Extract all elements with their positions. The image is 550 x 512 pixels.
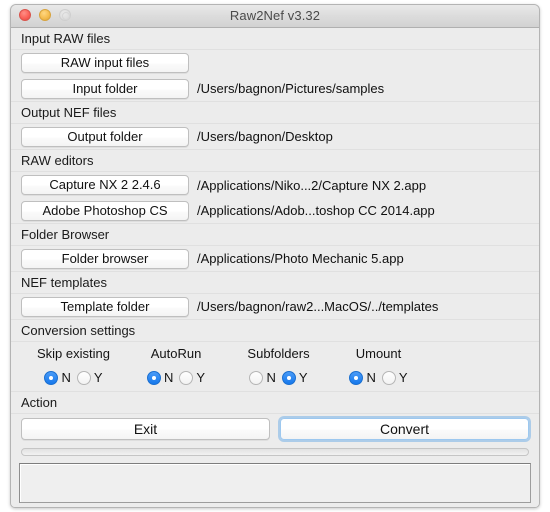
log-textarea[interactable]: [19, 463, 531, 503]
section-header-input-raw: Input RAW files: [11, 28, 539, 50]
action-buttons-row: Exit Convert: [11, 414, 539, 444]
folder-browser-button[interactable]: Folder browser: [21, 248, 189, 269]
radio-subfolders-no[interactable]: N: [249, 370, 276, 385]
radio-group-skip-existing: N Y: [21, 370, 126, 385]
conversion-option-labels: Skip existing AutoRun Subfolders Umount: [11, 342, 539, 364]
capture-nx-button[interactable]: Capture NX 2 2.4.6: [21, 175, 189, 195]
radio-umount-no-indicator[interactable]: [349, 370, 364, 385]
folder-browser-path: /Applications/Photo Mechanic 5.app: [197, 251, 404, 266]
row-output-folder: Output folder /Users/bagnon/Desktop: [11, 124, 539, 150]
radio-skip-existing-no[interactable]: N: [44, 370, 71, 385]
radio-autorun-no-indicator[interactable]: [146, 370, 161, 385]
option-label-umount: Umount: [355, 345, 402, 361]
radio-umount-yes-indicator[interactable]: [381, 370, 396, 385]
row-template-folder: Template folder /Users/bagnon/raw2...Mac…: [11, 294, 539, 320]
progress-bar-container: [11, 444, 539, 460]
radio-umount-yes-label: Y: [398, 370, 408, 385]
template-folder-button[interactable]: Template folder: [21, 296, 189, 317]
row-editor-photoshop: Adobe Photoshop CS /Applications/Adob...…: [11, 198, 539, 224]
radio-skip-existing-yes-label: Y: [93, 370, 103, 385]
radio-subfolders-yes[interactable]: Y: [281, 370, 308, 385]
radio-skip-existing-yes-indicator[interactable]: [76, 370, 91, 385]
section-header-raw-editors: RAW editors: [11, 150, 539, 172]
radio-autorun-yes[interactable]: Y: [179, 370, 205, 385]
radio-group-umount: N Y: [331, 370, 426, 385]
radio-subfolders-yes-label: Y: [298, 370, 308, 385]
photoshop-path: /Applications/Adob...toshop CC 2014.app: [197, 203, 435, 218]
option-label-autorun: AutoRun: [150, 345, 202, 361]
option-label-skip-existing: Skip existing: [37, 345, 110, 361]
radio-umount-no-label: N: [366, 370, 376, 385]
radio-subfolders-no-indicator[interactable]: [249, 370, 264, 385]
row-raw-input-files: RAW input files: [11, 50, 539, 76]
conversion-option-radios: N Y N Y N Y N Y: [11, 364, 539, 392]
radio-umount-yes[interactable]: Y: [381, 370, 408, 385]
log-area-container: [19, 463, 531, 503]
row-input-folder: Input folder /Users/bagnon/Pictures/samp…: [11, 76, 539, 102]
capture-nx-path: /Applications/Niko...2/Capture NX 2.app: [197, 177, 427, 193]
section-header-nef-templates: NEF templates: [11, 272, 539, 294]
radio-skip-existing-no-label: N: [61, 370, 71, 385]
title-bar[interactable]: Raw2Nef v3.32: [11, 5, 539, 28]
radio-autorun-no[interactable]: N: [146, 370, 174, 385]
row-folder-browser: Folder browser /Applications/Photo Mecha…: [11, 246, 539, 272]
section-header-action: Action: [11, 392, 539, 414]
window-content: Input RAW files RAW input files Input fo…: [11, 28, 539, 507]
radio-autorun-yes-label: Y: [196, 370, 206, 385]
app-window: Raw2Nef v3.32 Input RAW files RAW input …: [10, 4, 540, 508]
input-folder-button[interactable]: Input folder: [21, 78, 189, 99]
radio-group-subfolders: N Y: [226, 370, 331, 385]
output-folder-path: /Users/bagnon/Desktop: [197, 129, 333, 144]
convert-button[interactable]: Convert: [280, 418, 529, 440]
radio-group-autorun: N Y: [126, 370, 226, 385]
radio-skip-existing-no-indicator[interactable]: [44, 370, 59, 385]
conversion-progress-bar: [21, 448, 529, 456]
template-folder-path: /Users/bagnon/raw2...MacOS/../templates: [197, 299, 439, 314]
section-header-folder-browser: Folder Browser: [11, 224, 539, 246]
window-title: Raw2Nef v3.32: [229, 8, 321, 23]
option-label-subfolders: Subfolders: [247, 345, 310, 361]
section-header-output-nef: Output NEF files: [11, 102, 539, 124]
input-folder-path: /Users/bagnon/Pictures/samples: [197, 81, 385, 96]
exit-button[interactable]: Exit: [21, 418, 270, 440]
radio-umount-no[interactable]: N: [349, 370, 376, 385]
radio-autorun-no-label: N: [163, 370, 174, 385]
radio-subfolders-no-label: N: [266, 370, 276, 385]
section-header-conversion-settings: Conversion settings: [11, 320, 539, 342]
photoshop-button[interactable]: Adobe Photoshop CS: [21, 200, 189, 221]
output-folder-button[interactable]: Output folder: [21, 126, 189, 147]
row-editor-capture-nx: Capture NX 2 2.4.6 /Applications/Niko...…: [11, 172, 539, 198]
radio-subfolders-yes-indicator[interactable]: [281, 370, 296, 385]
radio-autorun-yes-indicator[interactable]: [179, 370, 194, 385]
raw-input-files-button[interactable]: RAW input files: [21, 53, 189, 73]
radio-skip-existing-yes[interactable]: Y: [76, 370, 103, 385]
